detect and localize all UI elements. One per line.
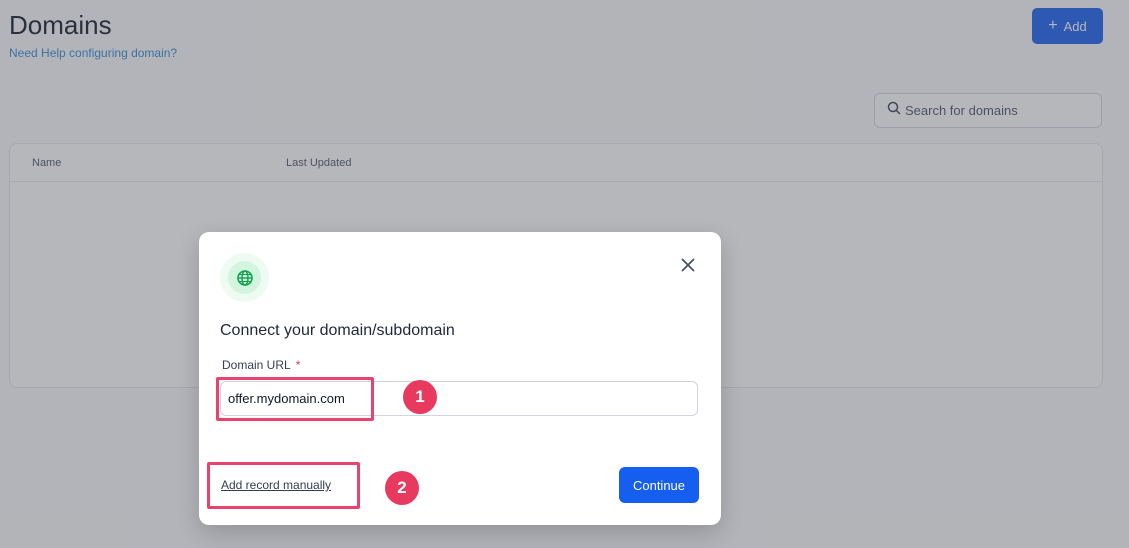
- domain-url-label-text: Domain URL: [222, 358, 291, 372]
- annotation-highlight-2: [207, 462, 360, 509]
- close-button[interactable]: [677, 254, 699, 276]
- continue-button[interactable]: Continue: [619, 467, 699, 503]
- domain-url-label: Domain URL *: [222, 358, 300, 372]
- required-mark: *: [295, 358, 301, 372]
- globe-icon-circle: [228, 261, 261, 294]
- modal-title: Connect your domain/subdomain: [220, 322, 455, 339]
- annotation-highlight-1: [216, 377, 374, 421]
- annotation-step-1-badge: 1: [403, 380, 437, 414]
- annotation-step-2-badge: 2: [385, 471, 419, 505]
- close-icon: [681, 258, 695, 272]
- globe-icon: [236, 269, 253, 286]
- globe-icon-badge: [220, 253, 269, 302]
